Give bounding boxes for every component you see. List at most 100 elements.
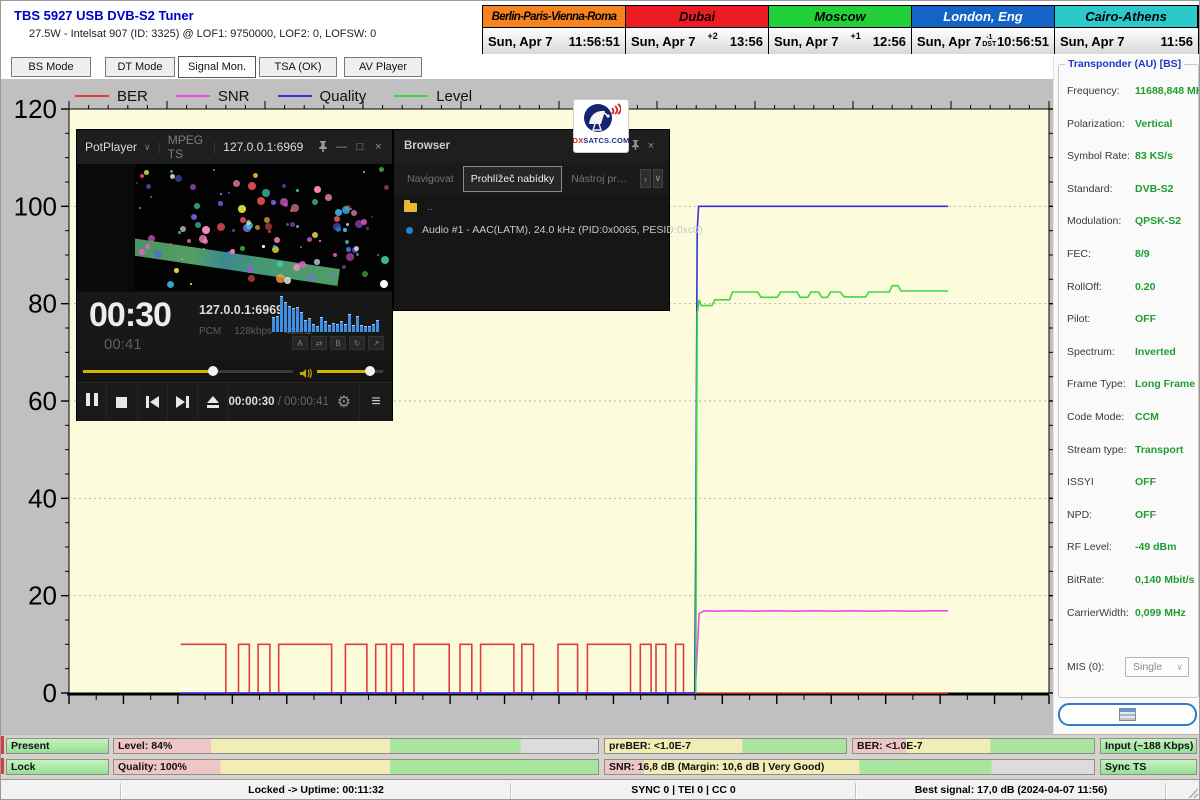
confetti-dot	[248, 182, 256, 190]
player-mini-button[interactable]: A	[292, 336, 308, 350]
confetti-dot	[371, 216, 373, 218]
potplayer-titlebar[interactable]: PotPlayer ∨ | MPEG TS | 127.0.0.1:6969 —…	[77, 130, 392, 164]
eject-button[interactable]	[198, 383, 228, 421]
confetti-dot	[213, 169, 215, 171]
tab-signal-mon[interactable]: Signal Mon.	[178, 56, 256, 78]
time-current: 00:00:30	[228, 396, 274, 408]
mis-dropdown[interactable]: Single ∨	[1125, 657, 1189, 677]
transponder-row-label: Spectrum:	[1067, 346, 1115, 358]
stream-list-button[interactable]	[1058, 703, 1197, 726]
potplayer-window: PotPlayer ∨ | MPEG TS | 127.0.0.1:6969 —…	[76, 129, 393, 421]
clock-time: 12:56	[873, 34, 906, 49]
confetti-dot	[377, 254, 379, 256]
resize-grip[interactable]	[1188, 788, 1198, 798]
video-area[interactable]	[77, 164, 392, 292]
confetti-dot	[262, 189, 270, 197]
tab-navigovat[interactable]: Navigovat	[400, 167, 461, 191]
spectrum-bar	[372, 324, 375, 332]
player-mini-button[interactable]: ↻	[349, 336, 365, 350]
tab-dt-mode[interactable]: DT Mode	[105, 57, 175, 77]
confetti-dot	[247, 269, 251, 273]
clock-city-header: Moscow	[769, 6, 912, 28]
confetti-dot	[217, 223, 225, 231]
confetti-dot	[233, 180, 240, 187]
transponder-row-value: 0.20	[1135, 281, 1155, 293]
tab-av-player[interactable]: AV Player	[344, 57, 422, 77]
tab-bs-mode[interactable]: BS Mode	[11, 57, 91, 77]
browser-window: Browser × Navigovat Prohlížeč nabídky Ná…	[393, 129, 670, 311]
indicator-bars: Present Level: 84% preBER: <1.0E-7 BER: …	[1, 734, 1200, 779]
previous-button[interactable]	[138, 383, 168, 421]
transponder-row-value: 11688,848 MHz	[1135, 85, 1200, 97]
confetti-dot	[343, 228, 347, 232]
spectrum-bar	[284, 302, 287, 332]
confetti-dot	[307, 237, 312, 242]
present-indicator: Present	[6, 738, 109, 754]
clock-time: 11:56	[1160, 34, 1193, 49]
quality-bar: Quality: 100%	[113, 759, 599, 775]
pause-button[interactable]	[77, 383, 107, 421]
tab-tsa[interactable]: TSA (OK)	[259, 57, 337, 77]
player-mini-button[interactable]: B	[330, 336, 346, 350]
transponder-row-value: 0,140 Mbit/s	[1135, 574, 1195, 586]
transponder-row-value: CCM	[1135, 411, 1159, 423]
menu-icon[interactable]: ≡	[359, 383, 392, 421]
confetti-dot	[248, 275, 255, 282]
volume-knob[interactable]	[365, 366, 375, 376]
confetti-dot	[384, 185, 389, 190]
confetti-dot	[282, 184, 286, 188]
spectrum-bar	[300, 312, 303, 332]
minimize-icon[interactable]: —	[336, 141, 347, 153]
player-mini-button[interactable]: ⇄	[311, 336, 327, 350]
confetti-dot	[312, 199, 318, 205]
lock-indicator: Lock	[6, 759, 109, 775]
confetti-dot	[345, 240, 349, 244]
maximize-icon[interactable]: □	[354, 141, 365, 153]
world-clocks: Berlin-Paris-Vienna-RomaDubaiMoscowLondo…	[482, 5, 1199, 54]
audio-track-row[interactable]: Audio #1 - AAC(LATM), 24.0 kHz (PID:0x00…	[406, 224, 703, 236]
folder-up-row[interactable]: ..	[404, 202, 433, 213]
close-icon[interactable]: ×	[643, 140, 659, 152]
spectrum-bar	[332, 323, 335, 332]
clock-date: Sun, Apr 7	[917, 34, 982, 49]
video-frame	[135, 164, 392, 290]
clock-city-header: Cairo-Athens	[1055, 6, 1198, 28]
stop-button[interactable]	[107, 383, 137, 421]
close-icon[interactable]: ×	[373, 141, 384, 153]
seek-row	[77, 360, 392, 382]
confetti-dot	[150, 196, 152, 198]
transponder-row-value: Long Frame	[1135, 378, 1195, 390]
transponder-row-value: Vertical	[1135, 118, 1172, 130]
confetti-dot	[220, 193, 222, 195]
svg-text:0: 0	[43, 678, 57, 708]
legend-item-snr: SNR	[176, 88, 250, 105]
tab-prohlizec-nabidky[interactable]: Prohlížeč nabídky	[463, 166, 562, 192]
svg-text:100: 100	[14, 191, 57, 221]
clock-date: Sun, Apr 7	[631, 34, 696, 49]
spectrum-bar	[368, 326, 371, 332]
legend-line-swatch	[176, 95, 210, 97]
stream-type-label: MPEG TS	[168, 133, 206, 161]
next-button[interactable]	[168, 383, 198, 421]
clock-time: 11:56:51	[569, 34, 620, 49]
tab-nastroj-prochazeni[interactable]: Nástroj procházení tit...	[564, 167, 638, 191]
confetti-dot	[334, 216, 340, 222]
transponder-row-value: Inverted	[1135, 346, 1176, 358]
confetti-dot	[265, 223, 272, 230]
spectrum-bar	[288, 306, 291, 332]
window-edge-marker	[1, 758, 4, 774]
settings-gear-icon[interactable]: ⚙	[329, 392, 359, 412]
total-time-small: 00:41	[104, 336, 142, 353]
transponder-groupbox: Transponder (AU) [BS] Frequency:11688,84…	[1058, 64, 1199, 698]
sync-tei-cc-status: SYNC 0 | TEI 0 | CC 0	[511, 780, 856, 800]
tab-dropdown-icon[interactable]: ∨	[653, 169, 663, 188]
pin-icon[interactable]	[317, 140, 328, 155]
chevron-down-icon[interactable]: ∨	[144, 142, 151, 153]
seek-knob[interactable]	[208, 366, 218, 376]
tab-scroll-next-icon[interactable]: ›	[640, 169, 650, 188]
satellite-subtitle: 27.5W - Intelsat 907 (ID: 3325) @ LOF1: …	[29, 28, 376, 40]
player-mini-button[interactable]: ↗	[368, 336, 384, 350]
confetti-dot	[255, 225, 260, 230]
stream-url: 127.0.0.1:6969	[223, 140, 303, 154]
confetti-dot	[187, 239, 191, 243]
